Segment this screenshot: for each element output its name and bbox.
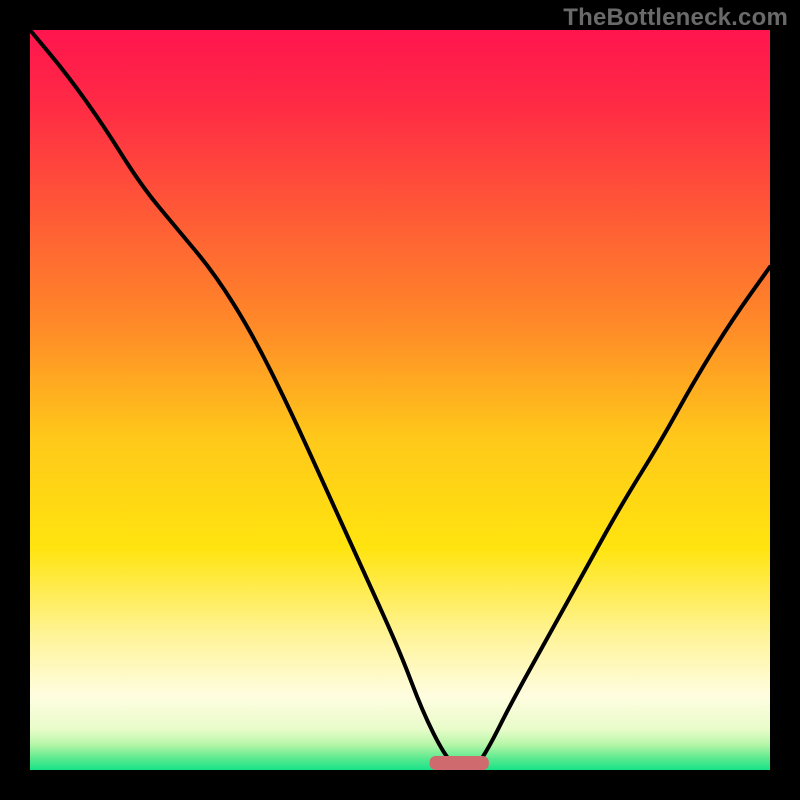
chart-frame: TheBottleneck.com bbox=[0, 0, 800, 800]
bottleneck-chart bbox=[0, 0, 800, 800]
optimal-marker bbox=[430, 756, 489, 770]
plot-background bbox=[30, 30, 770, 770]
